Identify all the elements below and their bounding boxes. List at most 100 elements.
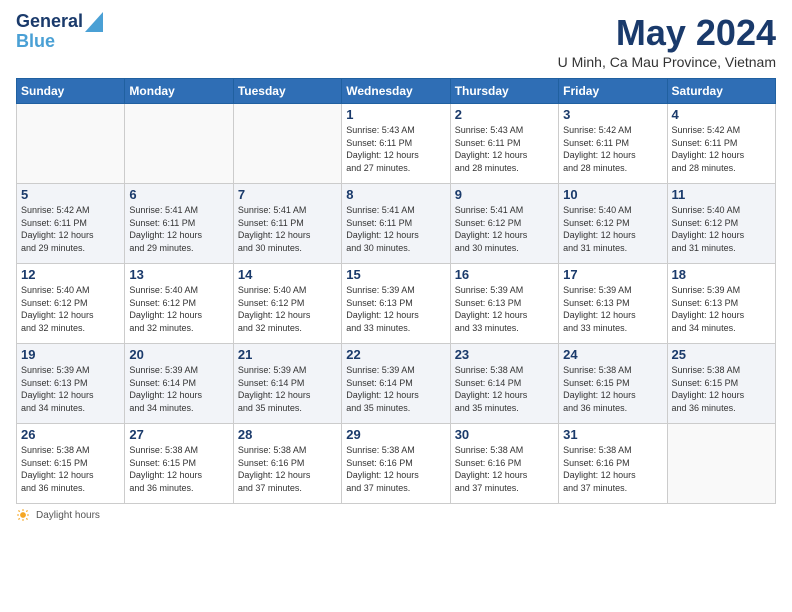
day-number: 14 xyxy=(238,267,337,282)
calendar-cell: 20 Sunrise: 5:39 AM Sunset: 6:14 PM Dayli… xyxy=(125,344,233,424)
day-info: Sunrise: 5:40 AM Sunset: 6:12 PM Dayligh… xyxy=(21,284,120,334)
day-info: Sunrise: 5:41 AM Sunset: 6:11 PM Dayligh… xyxy=(238,204,337,254)
footer: Daylight hours xyxy=(16,508,776,522)
calendar-cell: 23Sunrise: 5:38 AM Sunset: 6:14 PM Dayli… xyxy=(450,344,558,424)
day-info: Sunrise: 5:41 AM Sunset: 6:12 PM Dayligh… xyxy=(455,204,554,254)
header-day: Monday xyxy=(125,79,233,104)
day-info: Sunrise: 5:40 AM Sunset: 6:12 PM Dayligh… xyxy=(129,284,228,334)
calendar-cell: 2 Sunrise: 5:43 AM Sunset: 6:11 PM Daylig… xyxy=(450,104,558,184)
day-info: Sunrise: 5:41 AM Sunset: 6:11 PM Dayligh… xyxy=(346,204,445,254)
day-number: 11 xyxy=(672,187,771,202)
calendar-cell: 8Sunrise: 5:41 AM Sunset: 6:11 PM Daylig… xyxy=(342,184,450,264)
day-info: Sunrise: 5:39 AM Sunset: 6:13 PM Dayligh… xyxy=(672,284,771,334)
day-info: Sunrise: 5:38 AM Sunset: 6:16 PM Dayligh… xyxy=(455,444,554,494)
day-info: Sunrise: 5:43 AM Sunset: 6:11 PM Dayligh… xyxy=(346,124,445,174)
calendar-cell xyxy=(233,104,341,184)
calendar-body: 1 Sunrise: 5:43 AM Sunset: 6:11 PM Daylig… xyxy=(17,104,776,504)
day-info: Sunrise: 5:38 AM Sunset: 6:16 PM Dayligh… xyxy=(346,444,445,494)
calendar-cell xyxy=(667,424,775,504)
calendar-cell: 11 Sunrise: 5:40 AM Sunset: 6:12 PM Dayli… xyxy=(667,184,775,264)
day-info: Sunrise: 5:38 AM Sunset: 6:16 PM Dayligh… xyxy=(563,444,662,494)
location: U Minh, Ca Mau Province, Vietnam xyxy=(558,54,776,70)
day-number: 28 xyxy=(238,427,337,442)
day-number: 23 xyxy=(455,347,554,362)
day-number: 18 xyxy=(672,267,771,282)
day-number: 20 xyxy=(129,347,228,362)
day-number: 6 xyxy=(129,187,228,202)
day-info: Sunrise: 5:39 AM Sunset: 6:13 PM Dayligh… xyxy=(563,284,662,334)
day-number: 29 xyxy=(346,427,445,442)
day-number: 12 xyxy=(21,267,120,282)
calendar-cell: 6Sunrise: 5:41 AM Sunset: 6:11 PM Daylig… xyxy=(125,184,233,264)
day-number: 19 xyxy=(21,347,120,362)
day-number: 30 xyxy=(455,427,554,442)
day-info: Sunrise: 5:42 AM Sunset: 6:11 PM Dayligh… xyxy=(672,124,771,174)
header-day: Friday xyxy=(559,79,667,104)
day-number: 27 xyxy=(129,427,228,442)
day-number: 16 xyxy=(455,267,554,282)
day-info: Sunrise: 5:39 AM Sunset: 6:14 PM Dayligh… xyxy=(238,364,337,414)
calendar-cell: 19 Sunrise: 5:39 AM Sunset: 6:13 PM Dayli… xyxy=(17,344,125,424)
month-title: May 2024 xyxy=(558,12,776,54)
day-number: 31 xyxy=(563,427,662,442)
title-block: May 2024 U Minh, Ca Mau Province, Vietna… xyxy=(558,12,776,70)
calendar-cell: 4 Sunrise: 5:42 AM Sunset: 6:11 PM Daylig… xyxy=(667,104,775,184)
logo-general: General xyxy=(16,12,83,32)
day-info: Sunrise: 5:40 AM Sunset: 6:12 PM Dayligh… xyxy=(672,204,771,254)
calendar-cell: 24 Sunrise: 5:38 AM Sunset: 6:15 PM Dayli… xyxy=(559,344,667,424)
calendar-cell: 17Sunrise: 5:39 AM Sunset: 6:13 PM Dayli… xyxy=(559,264,667,344)
calendar-cell xyxy=(17,104,125,184)
day-number: 15 xyxy=(346,267,445,282)
day-number: 5 xyxy=(21,187,120,202)
calendar-week-row: 5 Sunrise: 5:42 AM Sunset: 6:11 PM Daylig… xyxy=(17,184,776,264)
calendar-cell: 21 Sunrise: 5:39 AM Sunset: 6:14 PM Dayli… xyxy=(233,344,341,424)
day-info: Sunrise: 5:38 AM Sunset: 6:15 PM Dayligh… xyxy=(672,364,771,414)
day-info: Sunrise: 5:39 AM Sunset: 6:13 PM Dayligh… xyxy=(455,284,554,334)
day-number: 4 xyxy=(672,107,771,122)
day-info: Sunrise: 5:40 AM Sunset: 6:12 PM Dayligh… xyxy=(563,204,662,254)
day-number: 24 xyxy=(563,347,662,362)
day-number: 3 xyxy=(563,107,662,122)
calendar-header: SundayMondayTuesdayWednesdayThursdayFrid… xyxy=(17,79,776,104)
day-info: Sunrise: 5:40 AM Sunset: 6:12 PM Dayligh… xyxy=(238,284,337,334)
day-number: 21 xyxy=(238,347,337,362)
header-day: Saturday xyxy=(667,79,775,104)
day-info: Sunrise: 5:39 AM Sunset: 6:14 PM Dayligh… xyxy=(129,364,228,414)
header-day: Thursday xyxy=(450,79,558,104)
calendar-cell: 27 Sunrise: 5:38 AM Sunset: 6:15 PM Dayli… xyxy=(125,424,233,504)
sun-icon xyxy=(16,508,30,522)
calendar-cell xyxy=(125,104,233,184)
calendar-cell: 5 Sunrise: 5:42 AM Sunset: 6:11 PM Daylig… xyxy=(17,184,125,264)
daylight-label: Daylight hours xyxy=(36,510,100,521)
calendar-cell: 12 Sunrise: 5:40 AM Sunset: 6:12 PM Dayli… xyxy=(17,264,125,344)
day-number: 7 xyxy=(238,187,337,202)
calendar-cell: 25 Sunrise: 5:38 AM Sunset: 6:15 PM Dayli… xyxy=(667,344,775,424)
logo: General Blue xyxy=(16,12,103,52)
calendar-cell: 7 Sunrise: 5:41 AM Sunset: 6:11 PM Daylig… xyxy=(233,184,341,264)
logo-triangle-icon xyxy=(85,12,103,32)
calendar-cell: 29 Sunrise: 5:38 AM Sunset: 6:16 PM Dayli… xyxy=(342,424,450,504)
calendar-week-row: 12 Sunrise: 5:40 AM Sunset: 6:12 PM Dayli… xyxy=(17,264,776,344)
day-number: 13 xyxy=(129,267,228,282)
calendar-week-row: 19 Sunrise: 5:39 AM Sunset: 6:13 PM Dayli… xyxy=(17,344,776,424)
day-info: Sunrise: 5:38 AM Sunset: 6:15 PM Dayligh… xyxy=(129,444,228,494)
calendar-cell: 18 Sunrise: 5:39 AM Sunset: 6:13 PM Dayli… xyxy=(667,264,775,344)
calendar-cell: 1 Sunrise: 5:43 AM Sunset: 6:11 PM Daylig… xyxy=(342,104,450,184)
calendar-week-row: 1 Sunrise: 5:43 AM Sunset: 6:11 PM Daylig… xyxy=(17,104,776,184)
day-info: Sunrise: 5:43 AM Sunset: 6:11 PM Dayligh… xyxy=(455,124,554,174)
day-info: Sunrise: 5:42 AM Sunset: 6:11 PM Dayligh… xyxy=(21,204,120,254)
day-number: 2 xyxy=(455,107,554,122)
calendar-cell: 22Sunrise: 5:39 AM Sunset: 6:14 PM Dayli… xyxy=(342,344,450,424)
day-number: 22 xyxy=(346,347,445,362)
day-info: Sunrise: 5:38 AM Sunset: 6:15 PM Dayligh… xyxy=(563,364,662,414)
header-day: Tuesday xyxy=(233,79,341,104)
calendar-cell: 31 Sunrise: 5:38 AM Sunset: 6:16 PM Dayli… xyxy=(559,424,667,504)
day-info: Sunrise: 5:39 AM Sunset: 6:13 PM Dayligh… xyxy=(21,364,120,414)
logo-blue: Blue xyxy=(16,32,55,52)
day-info: Sunrise: 5:38 AM Sunset: 6:16 PM Dayligh… xyxy=(238,444,337,494)
day-number: 25 xyxy=(672,347,771,362)
day-number: 1 xyxy=(346,107,445,122)
calendar-table: SundayMondayTuesdayWednesdayThursdayFrid… xyxy=(16,78,776,504)
day-info: Sunrise: 5:38 AM Sunset: 6:15 PM Dayligh… xyxy=(21,444,120,494)
header-row: SundayMondayTuesdayWednesdayThursdayFrid… xyxy=(17,79,776,104)
